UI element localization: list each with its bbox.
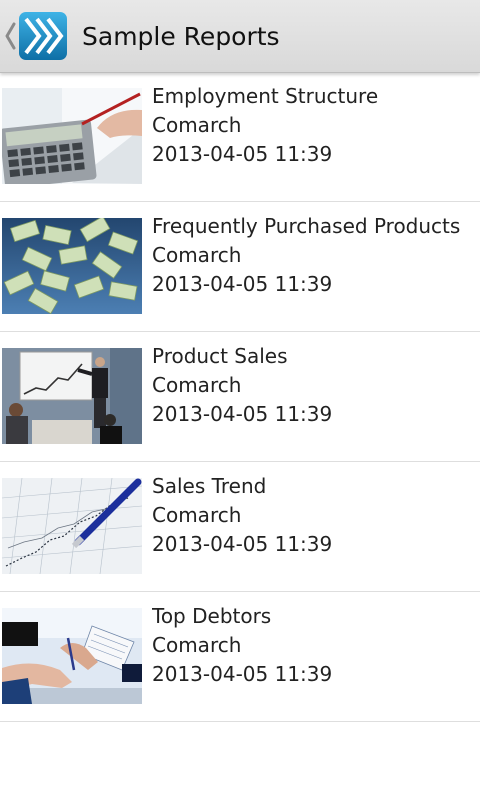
report-title: Top Debtors <box>152 604 272 628</box>
report-date: 2013-04-05 11:39 <box>152 662 333 686</box>
report-author: Comarch <box>152 113 242 137</box>
back-chevron-icon <box>5 22 16 50</box>
app-logo-icon <box>19 12 67 60</box>
page-title: Sample Reports <box>82 21 280 51</box>
report-title: Sales Trend <box>152 474 267 498</box>
list-item[interactable]: Product Sales Comarch 2013-04-05 11:39 <box>0 332 480 462</box>
report-list: Employment Structure Comarch 2013-04-05 … <box>0 72 480 722</box>
list-item[interactable]: Frequently Purchased Products Comarch 20… <box>0 202 480 332</box>
up-button[interactable] <box>0 0 74 72</box>
report-date: 2013-04-05 11:39 <box>152 142 333 166</box>
report-author: Comarch <box>152 503 242 527</box>
action-bar: Sample Reports <box>0 0 480 73</box>
report-date: 2013-04-05 11:39 <box>152 532 333 556</box>
list-item[interactable]: Sales Trend Comarch 2013-04-05 11:39 <box>0 462 480 592</box>
report-author: Comarch <box>152 633 242 657</box>
report-date: 2013-04-05 11:39 <box>152 402 333 426</box>
report-title: Product Sales <box>152 344 288 368</box>
list-item[interactable]: Top Debtors Comarch 2013-04-05 11:39 <box>0 592 480 722</box>
calculator-image <box>2 88 142 184</box>
report-author: Comarch <box>152 373 242 397</box>
report-title: Employment Structure <box>152 84 379 108</box>
report-date: 2013-04-05 11:39 <box>152 272 333 296</box>
report-author: Comarch <box>152 243 242 267</box>
presentation-image <box>2 348 142 444</box>
money-image <box>2 218 142 314</box>
chart-pen-image <box>2 478 142 574</box>
list-item[interactable]: Employment Structure Comarch 2013-04-05 … <box>0 72 480 202</box>
handshake-image <box>2 608 142 704</box>
report-title: Frequently Purchased Products <box>152 214 461 238</box>
